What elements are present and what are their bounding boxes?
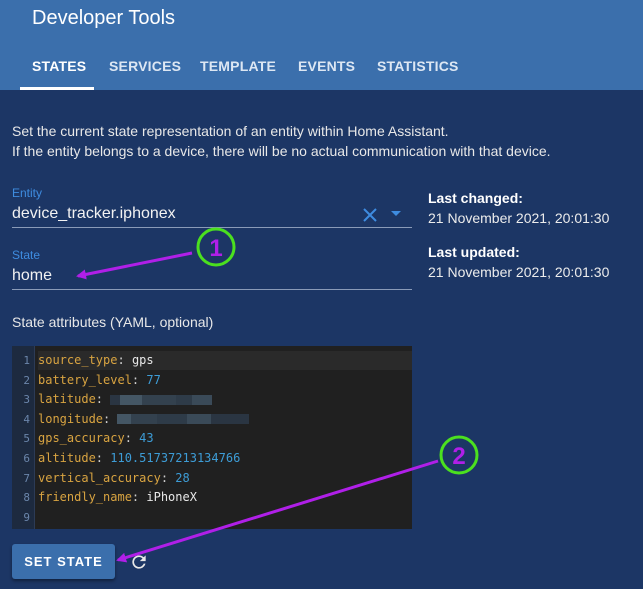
annotation-overlay: 1 2	[76, 227, 479, 563]
annotation-marker-2: 2	[452, 443, 465, 470]
annotation-arrow-1	[76, 251, 193, 280]
annotation-arrow-2	[116, 459, 439, 563]
annotation-marker-1: 1	[209, 235, 222, 262]
